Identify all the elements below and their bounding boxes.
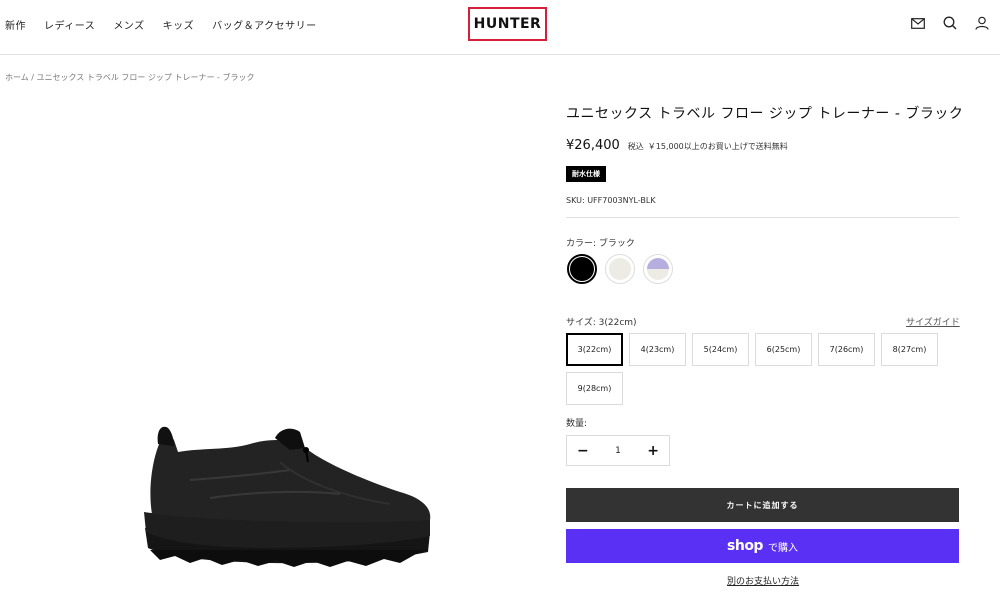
product-image	[130, 420, 435, 585]
increase-quantity-button[interactable]: +	[647, 443, 659, 459]
decrease-quantity-button[interactable]: −	[577, 443, 589, 459]
size-options: 3(22cm) 4(23cm) 5(24cm) 6(25cm) 7(26cm) …	[566, 333, 966, 405]
size-label: サイズ: 3(22cm)	[566, 318, 637, 328]
search-icon[interactable]	[942, 15, 958, 31]
logo-link[interactable]: HUNTER	[468, 7, 547, 41]
quantity-stepper: − 1 +	[566, 435, 670, 466]
quantity-label: 数量:	[566, 419, 588, 429]
waterproof-badge: 耐水仕様	[566, 166, 606, 182]
shop-pay-label: で購入	[767, 542, 798, 554]
size-guide-link[interactable]: サイズガイド	[906, 315, 960, 328]
product-price: ¥26,400	[566, 138, 620, 153]
other-payment-link[interactable]: 別のお支払い方法	[727, 574, 799, 587]
size-option[interactable]: 8(27cm)	[881, 333, 938, 366]
tax-note: 税込	[627, 142, 644, 151]
mail-icon[interactable]	[910, 15, 926, 31]
nav-item-mens[interactable]: メンズ	[113, 17, 144, 32]
nav-item-kids[interactable]: キッズ	[163, 17, 195, 32]
price-row: ¥26,400 税込 ￥15,000以上のお買い上げで送料無料	[566, 138, 788, 153]
shipping-note: ￥15,000以上のお買い上げで送料無料	[647, 142, 788, 151]
product-title: ユニセックス トラベル フロー ジップ トレーナー - ブラック	[566, 106, 964, 122]
shop-pay-button[interactable]: shop で購入	[566, 529, 959, 563]
size-option[interactable]: 4(23cm)	[629, 333, 686, 366]
account-icon[interactable]	[974, 15, 990, 31]
swatch-black[interactable]	[567, 254, 597, 284]
quantity-value[interactable]: 1	[615, 446, 621, 456]
shop-pay-logo: shop	[727, 538, 763, 554]
sku-text: SKU: UFF7003NYL-BLK	[566, 196, 656, 205]
site-header: 新作 レディース メンズ キッズ バッグ＆アクセサリー HUNTER	[0, 0, 1000, 55]
main-nav: 新作 レディース メンズ キッズ バッグ＆アクセサリー	[5, 17, 335, 32]
header-icons	[910, 15, 1000, 31]
swatch-offwhite[interactable]	[605, 254, 635, 284]
color-swatches	[567, 254, 673, 284]
color-label: カラー: ブラック	[566, 239, 635, 249]
breadcrumb[interactable]: ホーム / ユニセックス トラベル フロー ジップ トレーナー - ブラック	[5, 72, 254, 83]
size-option[interactable]: 7(26cm)	[818, 333, 875, 366]
divider	[566, 217, 959, 218]
nav-item-ladies[interactable]: レディース	[44, 17, 95, 32]
size-option[interactable]: 6(25cm)	[755, 333, 812, 366]
size-option[interactable]: 9(28cm)	[566, 372, 623, 405]
logo: HUNTER	[473, 16, 542, 32]
add-to-cart-button[interactable]: カートに追加する	[566, 488, 959, 522]
nav-item-bags-accessories[interactable]: バッグ＆アクセサリー	[212, 17, 317, 32]
swatch-lavender[interactable]	[643, 254, 673, 284]
size-option[interactable]: 5(24cm)	[692, 333, 749, 366]
size-option[interactable]: 3(22cm)	[566, 333, 623, 366]
nav-item-new[interactable]: 新作	[5, 17, 26, 32]
